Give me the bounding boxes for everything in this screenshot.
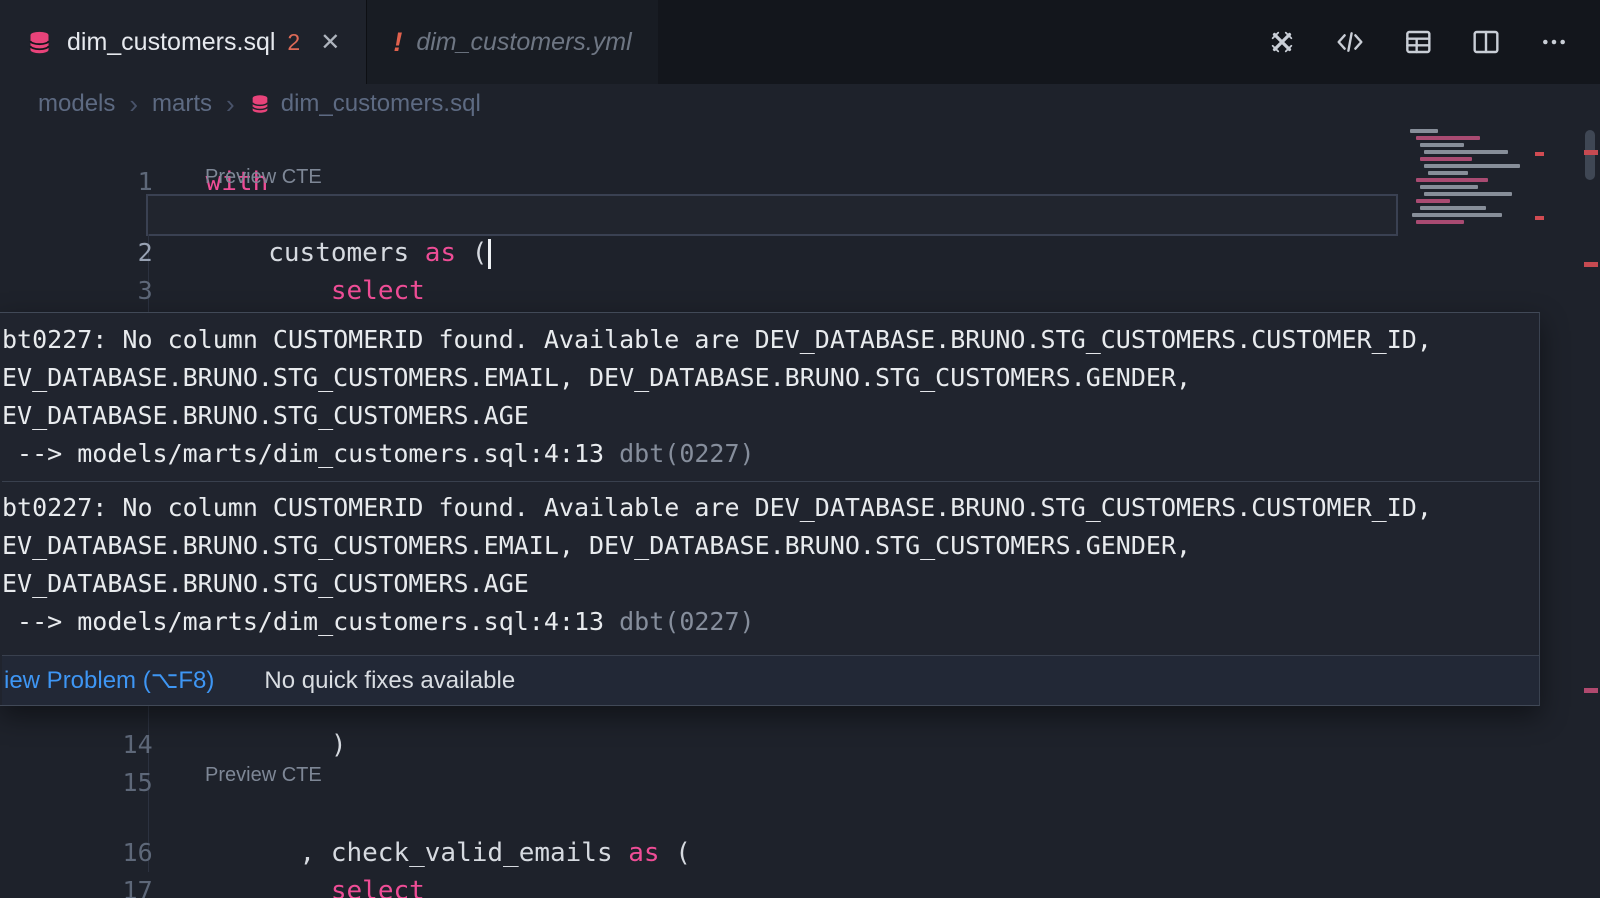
error-marker — [1584, 150, 1598, 155]
code-preview-icon[interactable] — [1334, 26, 1366, 58]
breadcrumb-item-file[interactable]: dim_customers.sql — [281, 90, 481, 118]
breadcrumb: models › marts › dim_customers.sql — [0, 84, 1600, 124]
minimap-error-marker — [1535, 152, 1544, 156]
diagnostic-text: EV_DATABASE.BRUNO.STG_CUSTOMERS.AGE — [2, 565, 1539, 603]
tab-dim-customers-yml[interactable]: ! dim_customers.yml — [366, 0, 657, 84]
view-problem-link[interactable]: iew Problem (⌥F8) — [4, 666, 214, 695]
tab-modified-badge: 2 — [287, 29, 300, 56]
chevron-separator: › — [226, 89, 235, 120]
more-actions-icon[interactable] — [1538, 26, 1570, 58]
no-quick-fixes-label: No quick fixes available — [264, 667, 515, 695]
scrollbar[interactable] — [1582, 124, 1600, 898]
code-line[interactable]: 15 — [0, 726, 1540, 764]
query-results-table-icon[interactable] — [1402, 26, 1434, 58]
code-editor: 1with Preview CTE 2 customers as ( 3 sel… — [0, 124, 1600, 898]
minimap-error-marker — [1535, 216, 1544, 220]
code-token — [206, 876, 331, 898]
scrollbar-thumb[interactable] — [1585, 130, 1595, 180]
close-icon[interactable]: ✕ — [320, 28, 340, 57]
database-icon — [249, 93, 271, 115]
code-line[interactable]: 3 select — [0, 234, 1540, 272]
codelens-preview-cte[interactable]: Preview CTE — [205, 760, 322, 790]
hover-status-bar: iew Problem (⌥F8) No quick fixes availab… — [2, 655, 1539, 705]
code-line[interactable]: 17 select — [0, 834, 1540, 872]
tab-label: dim_customers.yml — [416, 28, 631, 57]
diagnostic-text: EV_DATABASE.BRUNO.STG_CUSTOMERS.EMAIL, D… — [2, 527, 1539, 565]
breadcrumb-item-models[interactable]: models — [38, 90, 115, 118]
code-line[interactable]: 16 , check_valid_emails as ( — [0, 796, 1540, 834]
dbt-extension-icon[interactable] — [1266, 26, 1298, 58]
editor-actions — [1266, 0, 1600, 84]
code-token: select — [331, 876, 425, 898]
diagnostic-text: EV_DATABASE.BRUNO.STG_CUSTOMERS.EMAIL, D… — [2, 359, 1539, 397]
error-hover-popup: bt0227: No column CUSTOMERID found. Avai… — [0, 312, 1540, 706]
diagnostic-source: dbt(0227) — [619, 607, 754, 636]
diagnostic-text: bt0227: No column CUSTOMERID found. Avai… — [2, 489, 1539, 527]
minimap[interactable] — [1404, 126, 1546, 242]
codelens-preview-cte[interactable]: Preview CTE — [205, 162, 322, 192]
split-editor-icon[interactable] — [1470, 26, 1502, 58]
code-line[interactable]: 1with — [0, 125, 1540, 163]
line-number: 17 — [63, 872, 153, 898]
diagnostic-location: --> models/marts/dim_customers.sql:4:13 — [2, 607, 619, 636]
code-line[interactable]: 2 customers as ( — [0, 196, 1540, 234]
divider — [2, 481, 1539, 482]
diagnostic-message: bt0227: No column CUSTOMERID found. Avai… — [2, 489, 1539, 641]
diagnostic-text: bt0227: No column CUSTOMERID found. Avai… — [2, 321, 1539, 359]
diagnostic-source: dbt(0227) — [619, 439, 754, 468]
error-marker — [1584, 688, 1598, 693]
diagnostic-text: EV_DATABASE.BRUNO.STG_CUSTOMERS.AGE — [2, 397, 1539, 435]
diagnostic-message: bt0227: No column CUSTOMERID found. Avai… — [2, 321, 1539, 473]
diagnostic-location: --> models/marts/dim_customers.sql:4:13 — [2, 439, 619, 468]
tab-label: dim_customers.sql — [67, 28, 275, 57]
database-icon — [26, 29, 53, 56]
code-line[interactable]: 4 customerId — [0, 272, 1540, 310]
tab-bar: dim_customers.sql 2 ✕ ! dim_customers.ym… — [0, 0, 1600, 84]
tab-dim-customers-sql[interactable]: dim_customers.sql 2 ✕ — [0, 0, 366, 84]
chevron-separator: › — [129, 89, 138, 120]
breadcrumb-item-marts[interactable]: marts — [152, 90, 212, 118]
error-indicator-icon: ! — [393, 27, 402, 58]
error-marker — [1584, 262, 1598, 267]
